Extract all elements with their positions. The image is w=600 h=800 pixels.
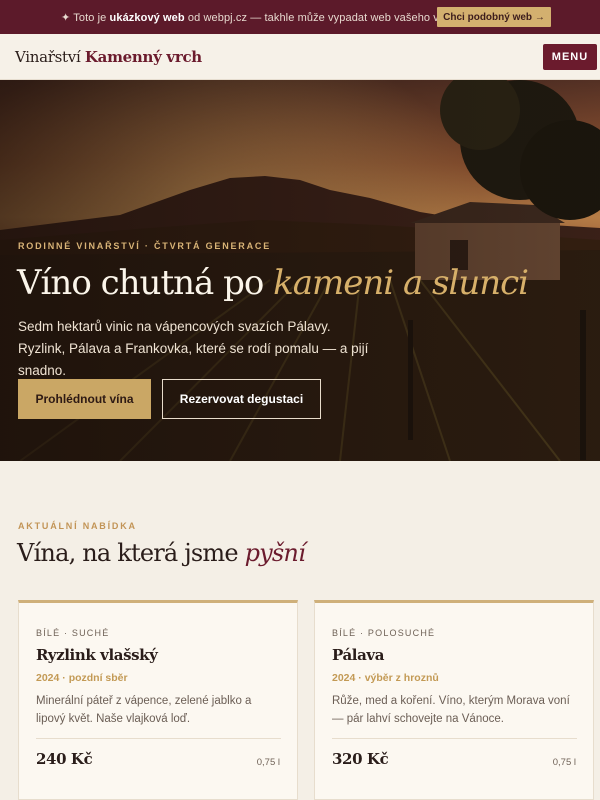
logo-prefix: Vinařství <box>15 48 85 66</box>
logo-brand: Kamenný vrch <box>84 48 202 66</box>
wine-tag: BÍLÉ · SUCHÉ <box>36 628 110 638</box>
hero-title: Víno chutná po kameni a slunci <box>17 263 529 303</box>
promo-cta-button[interactable]: Chci podobný web → <box>437 7 551 27</box>
offer-title: Vína, na která jsme pyšní <box>17 539 306 567</box>
wine-volume: 0,75 l <box>256 757 280 768</box>
wine-price: 240 Kč <box>36 750 93 768</box>
hero-lead: Sedm hektarů vinic na vápencových svazíc… <box>18 319 369 378</box>
wine-vintage: 2024 · pozdní sběr <box>36 672 128 684</box>
card-divider <box>332 738 577 739</box>
promo-bold: ukázkový web <box>109 12 185 24</box>
hero: RODINNÉ VINAŘSTVÍ · ČTVRTÁ GENERACE Víno… <box>0 80 600 461</box>
book-tasting-button[interactable]: Rezervovat degustaci <box>162 379 321 419</box>
wine-price: 320 Kč <box>332 750 389 768</box>
wine-name: Ryzlink vlašský <box>36 646 158 664</box>
menu-button[interactable]: MENU <box>543 44 597 70</box>
hero-title-accent: kameni a slunci <box>273 263 529 303</box>
hero-title-main: Víno chutná po <box>17 263 274 303</box>
promo-suffix: od webpj.cz — takhle může vypadat web va… <box>184 12 479 24</box>
wine-description: Růže, med a koření. Víno, kterým Morava … <box>332 695 570 725</box>
site-header: Vinařství Kamenný vrch MENU <box>0 34 600 80</box>
hero-eyebrow: RODINNÉ VINAŘSTVÍ · ČTVRTÁ GENERACE <box>18 241 272 251</box>
promo-prefix: ✦ Toto je <box>61 12 110 24</box>
wine-tag: BÍLÉ · POLOSUCHÉ <box>332 628 436 638</box>
wine-name: Pálava <box>332 646 385 664</box>
promo-text: ✦ Toto je ukázkový web od webpj.cz — tak… <box>61 11 478 24</box>
wine-volume: 0,75 l <box>552 757 576 768</box>
offer-eyebrow: AKTUÁLNÍ NABÍDKA <box>18 521 137 531</box>
promo-bar: ✦ Toto je ukázkový web od webpj.cz — tak… <box>0 0 600 34</box>
wine-description: Minerální páteř z vápence, zelené jablko… <box>36 695 252 725</box>
browse-wines-button[interactable]: Prohlédnout vína <box>18 379 151 419</box>
card-divider <box>36 738 281 739</box>
logo[interactable]: Vinařství Kamenný vrch <box>15 48 202 66</box>
wine-vintage: 2024 · výběr z hroznů <box>332 672 439 684</box>
offer-title-main: Vína, na která jsme <box>17 539 245 567</box>
wine-card-ryzlink[interactable]: BÍLÉ · SUCHÉ Ryzlink vlašský 2024 · pozd… <box>18 600 298 800</box>
offer-title-accent: pyšní <box>244 539 306 567</box>
wine-card-palava[interactable]: BÍLÉ · POLOSUCHÉ Pálava 2024 · výběr z h… <box>314 600 594 800</box>
